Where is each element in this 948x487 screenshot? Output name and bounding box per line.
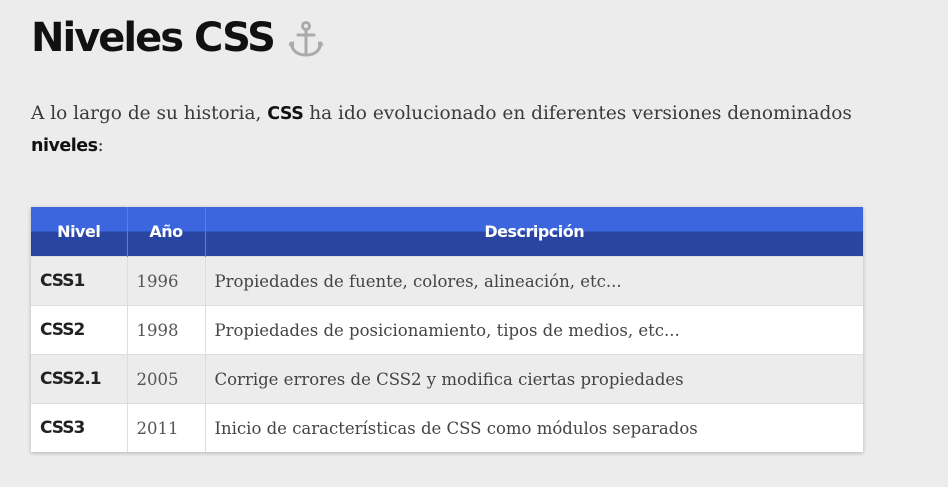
intro-text-2: ha ido evolucionado en diferentes versio… (303, 103, 852, 124)
level-cell: CSS2.1 (31, 354, 128, 404)
page-title: Niveles CSS (31, 15, 276, 61)
description-cell: Corrige errores de CSS2 y modifica ciert… (205, 354, 863, 404)
intro-text-3: : (97, 135, 104, 156)
level-cell: CSS2 (31, 305, 128, 355)
table-row: CSS1 1996 Propiedades de fuente, colores… (31, 256, 863, 306)
table-row: CSS2.1 2005 Corrige errores de CSS2 y mo… (31, 354, 863, 404)
table-row: CSS2 1998 Propiedades de posicionamiento… (31, 305, 863, 355)
column-header-descripcion: Descripción (205, 207, 863, 257)
year-cell: 2011 (127, 403, 206, 452)
levels-table-container: Nivel Año Descripción CSS1 1996 Propieda… (31, 207, 863, 452)
column-header-ano: Año (127, 207, 206, 257)
year-cell: 1996 (127, 256, 206, 306)
levels-table: Nivel Año Descripción CSS1 1996 Propieda… (31, 207, 863, 452)
level-cell: CSS1 (31, 256, 128, 306)
heading-row: Niveles CSS (31, 12, 326, 64)
intro-bold-niveles: niveles (31, 136, 98, 156)
level-cell: CSS3 (31, 403, 128, 452)
year-cell: 1998 (127, 305, 206, 355)
description-cell: Propiedades de fuente, colores, alineaci… (205, 256, 863, 306)
intro-text-1: A lo largo de su historia, (31, 103, 268, 124)
year-cell: 2005 (127, 354, 206, 404)
intro-paragraph: A lo largo de su historia, CSS ha ido ev… (31, 98, 871, 162)
intro-bold-css: CSS (267, 104, 304, 124)
table-row: CSS3 2011 Inicio de características de C… (31, 403, 863, 452)
anchor-icon[interactable] (286, 20, 326, 60)
column-header-nivel: Nivel (31, 207, 128, 257)
table-header-row: Nivel Año Descripción (31, 207, 863, 257)
description-cell: Propiedades de posicionamiento, tipos de… (205, 305, 863, 355)
description-cell: Inicio de características de CSS como mó… (205, 403, 863, 452)
page: Niveles CSS A lo largo de su historia, C… (0, 0, 948, 487)
